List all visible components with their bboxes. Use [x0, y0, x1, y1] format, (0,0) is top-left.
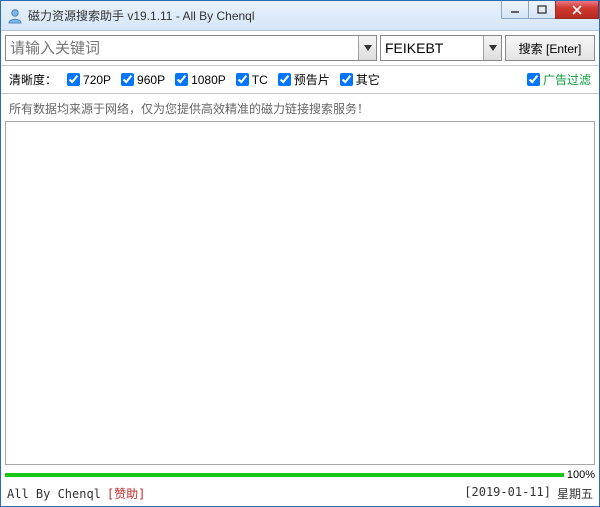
checkbox-960p[interactable]: [121, 73, 134, 86]
window-buttons: [502, 1, 599, 30]
filter-960p[interactable]: 960P: [121, 73, 165, 87]
source-combo[interactable]: FEIKEBT: [380, 35, 502, 61]
status-message: 所有数据均来源于网络，仅为您提供高效精准的磁力链接搜索服务！: [1, 94, 599, 121]
keyword-combo[interactable]: [5, 35, 377, 61]
maximize-button[interactable]: [528, 1, 556, 19]
app-window: 磁力资源搜索助手 v19.1.11 - All By Chenql FEIKEB…: [0, 0, 600, 507]
titlebar: 磁力资源搜索助手 v19.1.11 - All By Chenql: [1, 1, 599, 31]
filter-tc[interactable]: TC: [236, 73, 268, 87]
filter-trailer[interactable]: 预告片: [278, 71, 330, 88]
filter-label: 清晰度：: [9, 71, 57, 88]
checkbox-ad-filter[interactable]: [527, 73, 540, 86]
app-icon: [7, 8, 23, 24]
chevron-down-icon: [364, 45, 372, 51]
author-label: All By Chenql: [7, 487, 101, 501]
date-label: [2019-01-11]: [464, 485, 551, 502]
progress-percent: 100%: [564, 469, 595, 481]
keyword-input[interactable]: [6, 36, 358, 60]
keyword-dropdown-button[interactable]: [358, 36, 376, 60]
checkbox-tc[interactable]: [236, 73, 249, 86]
sponsor-link[interactable]: [赞助]: [107, 485, 145, 502]
source-selected-value: FEIKEBT: [381, 36, 483, 60]
status-bar: All By Chenql [赞助] [2019-01-11] 星期五: [1, 481, 599, 506]
ad-filter[interactable]: 广告过滤: [527, 71, 591, 88]
checkbox-other[interactable]: [340, 73, 353, 86]
search-button[interactable]: 搜索 [Enter]: [505, 35, 595, 61]
source-dropdown-button[interactable]: [483, 36, 501, 60]
results-pane[interactable]: [5, 121, 595, 465]
progress-bar: [5, 473, 564, 477]
minimize-button[interactable]: [501, 1, 529, 19]
weekday-label: 星期五: [557, 485, 593, 502]
search-toolbar: FEIKEBT 搜索 [Enter]: [1, 31, 599, 66]
filter-720p[interactable]: 720P: [67, 73, 111, 87]
progress-row: 100%: [1, 469, 599, 481]
chevron-down-icon: [489, 45, 497, 51]
filter-row: 清晰度： 720P 960P 1080P TC 预告片 其它 广告过滤: [1, 66, 599, 94]
checkbox-720p[interactable]: [67, 73, 80, 86]
close-button[interactable]: [555, 1, 599, 19]
filter-1080p[interactable]: 1080P: [175, 73, 226, 87]
window-title: 磁力资源搜索助手 v19.1.11 - All By Chenql: [28, 7, 502, 24]
filter-other[interactable]: 其它: [340, 71, 380, 88]
checkbox-trailer[interactable]: [278, 73, 291, 86]
checkbox-1080p[interactable]: [175, 73, 188, 86]
